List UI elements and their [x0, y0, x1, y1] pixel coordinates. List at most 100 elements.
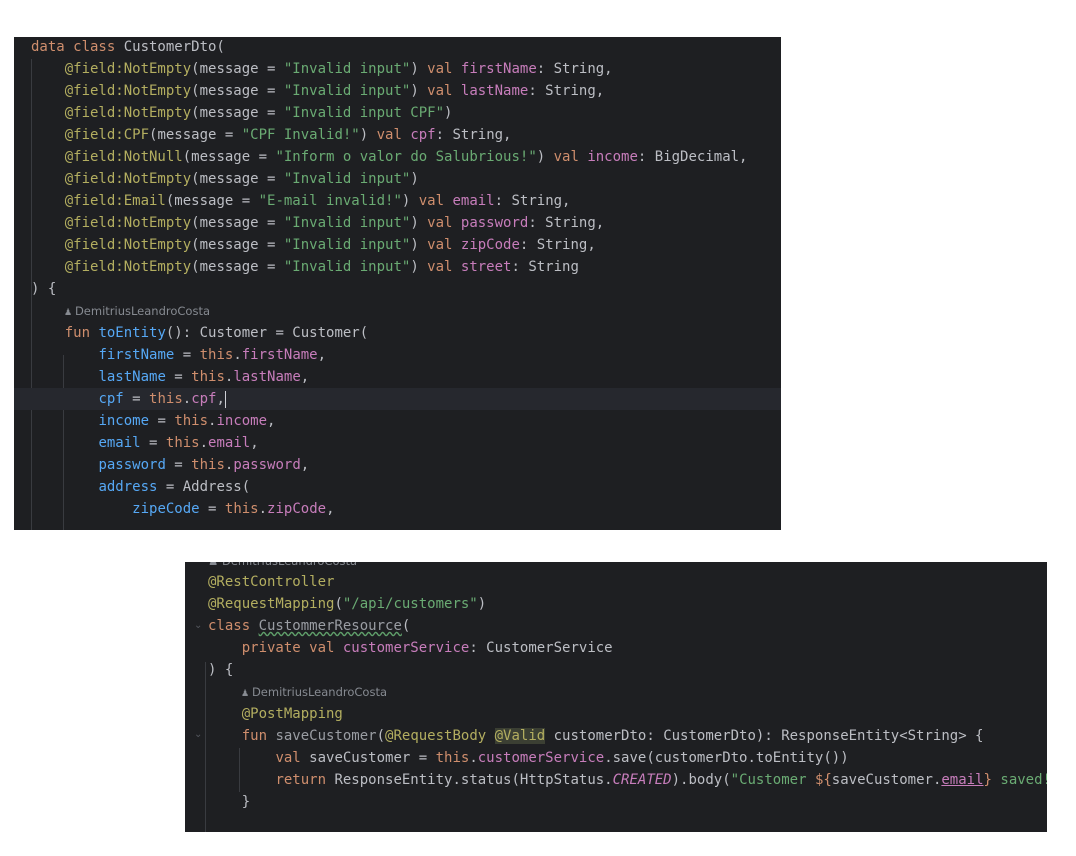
- code-line[interactable]: firstName = this.firstName,: [14, 344, 781, 366]
- code-line[interactable]: @field:CPF(message = "CPF Invalid!") val…: [14, 124, 781, 146]
- code-token: (message =: [191, 83, 284, 99]
- code-token: @RequestBody: [385, 728, 495, 744]
- fold-chevron-icon[interactable]: ⌄: [194, 729, 202, 740]
- code-token: cpf: [410, 127, 436, 143]
- code-line[interactable]: income = this.income,: [14, 410, 781, 432]
- code-line[interactable]: address = Address(: [14, 476, 781, 498]
- code-line[interactable]: ) {: [185, 659, 1047, 681]
- code-line[interactable]: @field:Email(message = "E-mail invalid!"…: [14, 190, 781, 212]
- code-token: CustomerDto(: [123, 39, 225, 55]
- code-token: this: [191, 369, 225, 385]
- code-token: firstName: [241, 347, 318, 363]
- code-line[interactable]: fun saveCustomer(@RequestBody @Valid cus…: [185, 725, 1047, 747]
- code-line[interactable]: @field:NotEmpty(message = "Invalid input…: [14, 234, 781, 256]
- code-token: "E-mail invalid!": [258, 193, 402, 209]
- code-token: ): [536, 149, 554, 165]
- code-line[interactable]: @RequestMapping("/api/customers"): [185, 593, 1047, 615]
- code-line[interactable]: }: [185, 791, 1047, 813]
- code-line[interactable]: ) {: [14, 278, 781, 300]
- code-token: income: [587, 149, 638, 165]
- code-token: "Invalid input CPF": [283, 105, 445, 121]
- code-line[interactable]: class CustommerResource(: [185, 615, 1047, 637]
- code-line[interactable]: @field:NotEmpty(message = "Invalid input…: [14, 102, 781, 124]
- code-line[interactable]: password = this.password,: [14, 454, 781, 476]
- code-line[interactable]: @field:NotEmpty(message = "Invalid input…: [14, 58, 781, 80]
- code-line[interactable]: @field:NotNull(message = "Inform o valor…: [14, 146, 781, 168]
- code-token: =: [149, 413, 175, 429]
- code-line[interactable]: private val customerService: CustomerSer…: [185, 637, 1047, 659]
- code-token: =: [140, 435, 166, 451]
- customer-resource-editor-panel[interactable]: ♟ DemitriusLeandroCosta @RestController @R…: [185, 562, 1047, 832]
- code-line[interactable]: @field:NotEmpty(message = "Invalid input…: [14, 80, 781, 102]
- code-line[interactable]: @RestController: [185, 571, 1047, 593]
- code-line[interactable]: cpf = this.cpf,: [14, 388, 781, 410]
- code-token: ,: [326, 501, 335, 517]
- code-author-hint[interactable]: ♟ DemitriusLeandroCosta: [64, 300, 210, 322]
- code-token: ): [359, 127, 377, 143]
- code-line[interactable]: lastName = this.lastName,: [14, 366, 781, 388]
- code-line[interactable]: return ResponseEntity.status(HttpStatus.…: [185, 769, 1047, 791]
- code-token: customerService: [477, 750, 605, 766]
- code-author-hint[interactable]: ♟ DemitriusLeandroCosta: [241, 681, 387, 703]
- code-token: @field:CPF: [64, 127, 150, 143]
- code-token: =: [174, 347, 200, 363]
- code-line[interactable]: @PostMapping: [185, 703, 1047, 725]
- code-token: (message =: [165, 193, 259, 209]
- fold-chevron-icon[interactable]: ⌄: [194, 620, 202, 631]
- code-token: lastName: [233, 369, 301, 385]
- code-token: val: [427, 259, 461, 275]
- code-token: ,: [267, 413, 276, 429]
- code-token: password: [98, 457, 166, 473]
- code-token: @Valid: [494, 728, 546, 744]
- code-line[interactable]: data class CustomerDto(: [14, 37, 781, 58]
- code-token: .: [182, 391, 192, 407]
- code-token: ): [410, 61, 428, 77]
- code-token: : String,: [528, 215, 605, 231]
- code-token: .: [469, 750, 478, 766]
- code-token: val: [427, 83, 461, 99]
- code-token: : CustomerService: [469, 640, 613, 656]
- code-token: this: [149, 391, 183, 407]
- code-token: = Address(: [157, 479, 251, 495]
- author-name: DemitriusLeandroCosta: [222, 562, 357, 568]
- code-line[interactable]: @field:NotEmpty(message = "Invalid input…: [14, 168, 781, 190]
- code-line[interactable]: fun toEntity(): Customer = Customer(: [14, 322, 781, 344]
- code-token: =: [165, 457, 192, 473]
- code-token: ResponseEntity.status(HttpStatus.: [334, 772, 613, 788]
- code-line[interactable]: email = this.email,: [14, 432, 781, 454]
- code-token: this: [191, 457, 225, 473]
- code-line[interactable]: @field:NotEmpty(message = "Invalid input…: [14, 212, 781, 234]
- code-line[interactable]: val saveCustomer = this.customerService.…: [185, 747, 1047, 769]
- code-line[interactable]: @field:NotEmpty(message = "Invalid input…: [14, 256, 781, 278]
- code-token: ).body(: [671, 772, 731, 788]
- customer-dto-editor-panel[interactable]: data class CustomerDto( @field:NotEmpty(…: [14, 37, 781, 530]
- code-line[interactable]: zipeCode = this.zipCode,: [14, 498, 781, 520]
- code-token: "Invalid input": [283, 259, 411, 275]
- code-token: "Invalid input": [283, 61, 411, 77]
- code-token: : BigDecimal,: [637, 149, 748, 165]
- code-token: ): [410, 259, 428, 275]
- code-token: zipCode: [267, 501, 327, 517]
- code-token: private val: [241, 640, 343, 656]
- code-token: ) {: [208, 662, 234, 678]
- code-token: this: [224, 501, 259, 517]
- code-token: (message =: [191, 105, 284, 121]
- code-token: : String,: [519, 237, 596, 253]
- code-token: : String,: [536, 61, 613, 77]
- code-token: .: [258, 501, 268, 517]
- code-token: =: [165, 369, 192, 385]
- code-token: (: [401, 618, 411, 634]
- code-token: "/api/customers": [342, 596, 478, 612]
- code-token: ): [410, 83, 428, 99]
- code-token: street: [460, 259, 512, 275]
- code-token: .save(customerDto.toEntity()): [604, 750, 849, 766]
